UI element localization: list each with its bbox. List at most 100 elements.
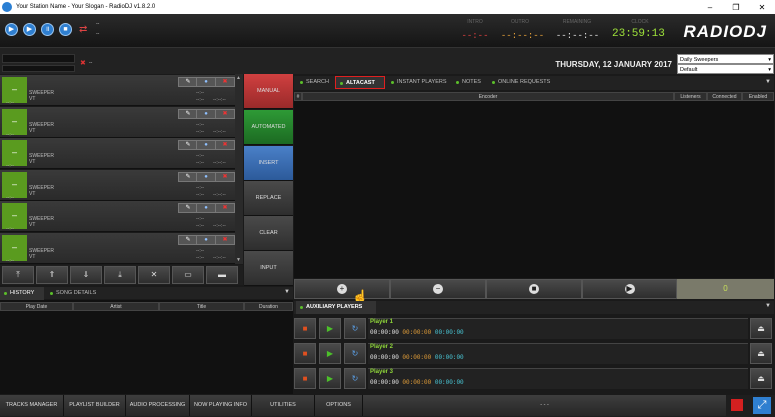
loop-icon[interactable]: ↻ bbox=[344, 318, 366, 339]
eject-icon[interactable]: ⏏ bbox=[750, 318, 772, 339]
maximize-button[interactable]: ❐ bbox=[723, 3, 749, 12]
tab-song-details[interactable]: SONG DETAILS bbox=[46, 287, 106, 300]
remove-icon[interactable]: ✖ bbox=[215, 234, 235, 245]
history-col-play-date[interactable]: Play Date bbox=[0, 302, 73, 311]
tab-search[interactable]: SEARCH bbox=[296, 76, 333, 89]
col-encoder[interactable]: Encoder bbox=[302, 92, 674, 101]
close-button[interactable]: ✕ bbox=[749, 3, 775, 12]
edit-icon[interactable]: ✎ bbox=[178, 77, 198, 87]
tracks-manager-button[interactable]: TRACKS MANAGER bbox=[0, 395, 64, 416]
aux-time-remaining: 00:00:00 bbox=[402, 354, 432, 361]
minimize-button[interactable]: – bbox=[697, 3, 723, 12]
col-number[interactable]: # bbox=[294, 92, 302, 101]
scroll-up-icon[interactable]: ▲ bbox=[236, 75, 241, 81]
playlist-item[interactable]: – ✎ ● ✖ SWEEPER VT --:-- --:-- --:-- --:--:-- bbox=[0, 75, 243, 106]
tab-online-requests[interactable]: ONLINE REQUESTS bbox=[488, 76, 558, 89]
options-button[interactable]: OPTIONS bbox=[315, 395, 363, 416]
tab-notes[interactable]: NOTES bbox=[452, 76, 486, 89]
folder-icon[interactable]: ▭ bbox=[172, 266, 204, 284]
outro-time: --:--:-- bbox=[500, 31, 545, 41]
eject-icon[interactable]: ⏏ bbox=[750, 343, 772, 364]
playlist-item[interactable]: – ✎ ● ✖ SWEEPER VT --:-- --:-- --:-- --:--:-- bbox=[0, 201, 243, 232]
history-col-title[interactable]: Title bbox=[159, 302, 244, 311]
stop-icon[interactable]: ■ bbox=[294, 368, 316, 389]
stop-icon[interactable]: ■ bbox=[294, 343, 316, 364]
mode-select[interactable]: ▾ Default bbox=[677, 64, 774, 74]
info-icon[interactable]: ● bbox=[196, 140, 216, 150]
col-connected[interactable]: Connected bbox=[707, 92, 742, 101]
now-playing-info-button[interactable]: NOW PLAYING INFO bbox=[190, 395, 252, 416]
record-icon[interactable] bbox=[731, 399, 743, 411]
stop-icon[interactable]: ■ bbox=[294, 318, 316, 339]
fullscreen-icon[interactable]: ⤢ bbox=[753, 397, 771, 414]
dropdown-icon[interactable]: ▼ bbox=[765, 303, 771, 309]
info-icon[interactable]: ● bbox=[196, 171, 216, 182]
play-icon[interactable]: ▶ bbox=[5, 23, 18, 36]
item-time-1: --:-- bbox=[6, 100, 15, 106]
scroll-down-icon[interactable]: ▼ bbox=[236, 257, 241, 263]
edit-icon[interactable]: ✎ bbox=[178, 203, 198, 213]
edit-icon[interactable]: ✎ bbox=[178, 140, 198, 150]
remove-icon[interactable]: ✖ bbox=[215, 77, 235, 87]
info-icon[interactable]: ● bbox=[196, 108, 216, 119]
play-icon[interactable]: ▶ bbox=[319, 368, 341, 389]
playlist-scrollbar[interactable]: ▲ ▼ bbox=[235, 74, 243, 264]
shuffle-icon[interactable]: ✕ bbox=[138, 266, 170, 284]
audio-processing-button[interactable]: AUDIO PROCESSING bbox=[126, 395, 190, 416]
history-col-artist[interactable]: Artist bbox=[73, 302, 159, 311]
tab-instant-players[interactable]: INSTANT PLAYERS bbox=[387, 76, 450, 89]
mode-input-button[interactable]: INPUT bbox=[244, 251, 293, 286]
col-enabled[interactable]: Enabled bbox=[742, 92, 774, 101]
eject-icon[interactable]: ⏏ bbox=[750, 368, 772, 389]
mode-clear-button[interactable]: CLEAR bbox=[244, 216, 293, 251]
loop-icon[interactable]: ↻ bbox=[344, 343, 366, 364]
play-icon[interactable]: ▶ bbox=[319, 343, 341, 364]
playlist-item[interactable]: – ✎ ● ✖ SWEEPER VT --:-- --:-- --:-- --:--:-- bbox=[0, 232, 243, 264]
remove-icon[interactable]: ✖ bbox=[215, 171, 235, 182]
remove-encoder-button[interactable]: − bbox=[390, 279, 486, 299]
dropdown-icon[interactable]: ▼ bbox=[765, 79, 771, 85]
playlist-builder-button[interactable]: PLAYLIST BUILDER bbox=[64, 395, 126, 416]
tab-altacast[interactable]: ALTACAST bbox=[335, 76, 385, 89]
item-artist: VT bbox=[29, 159, 36, 165]
remove-icon[interactable]: ✖ bbox=[215, 203, 235, 213]
move-top-icon[interactable]: ⤒ bbox=[2, 266, 34, 284]
item-time-4: --:--:-- bbox=[213, 254, 226, 261]
stop-icon[interactable]: ■ bbox=[59, 23, 72, 36]
edit-icon[interactable]: ✎ bbox=[178, 171, 198, 182]
history-col-duration[interactable]: Duration bbox=[244, 302, 293, 311]
play-next-icon[interactable]: ▶ bbox=[23, 23, 36, 36]
tab-history[interactable]: HISTORY bbox=[0, 287, 44, 300]
remaining-time: --:--:-- bbox=[555, 31, 600, 41]
info-icon[interactable]: ● bbox=[196, 203, 216, 213]
playlist-item[interactable]: – ✎ ● ✖ SWEEPER VT --:-- --:-- --:-- --:--:-- bbox=[0, 106, 243, 138]
move-up-icon[interactable]: ⇑ bbox=[36, 266, 68, 284]
info-icon[interactable]: ● bbox=[196, 77, 216, 87]
loop-icon[interactable]: ↻ bbox=[344, 368, 366, 389]
move-bottom-icon[interactable]: ⤓ bbox=[104, 266, 136, 284]
remove-icon[interactable]: ✖ bbox=[215, 140, 235, 150]
trash-icon[interactable]: ▬ bbox=[206, 266, 238, 284]
info-icon[interactable]: ● bbox=[196, 234, 216, 245]
aux-title: AUXILIARY PLAYERS bbox=[296, 301, 376, 314]
playlist-item[interactable]: – ✎ ● ✖ SWEEPER VT --:-- --:-- --:-- --:--:-- bbox=[0, 138, 243, 169]
shuffle-icon[interactable]: ⇄ bbox=[79, 23, 92, 36]
dropdown-icon[interactable]: ▼ bbox=[284, 289, 290, 295]
mode-insert-button[interactable]: INSERT bbox=[244, 146, 293, 181]
rotation-select[interactable]: ▾ Daily Sweepers bbox=[677, 54, 774, 64]
edit-icon[interactable]: ✎ bbox=[178, 108, 198, 119]
play-icon[interactable]: ▶ bbox=[319, 318, 341, 339]
move-down-icon[interactable]: ⇓ bbox=[70, 266, 102, 284]
mode-automated-button[interactable]: AUTOMATED bbox=[244, 110, 293, 145]
stop-encoder-button[interactable]: ■ bbox=[486, 279, 582, 299]
mode-replace-button[interactable]: REPLACE bbox=[244, 181, 293, 216]
remove-icon[interactable]: ✖ bbox=[215, 108, 235, 119]
start-encoder-button[interactable]: ▶ bbox=[582, 279, 677, 299]
utilities-button[interactable]: UTILITIES bbox=[252, 395, 315, 416]
mode-manual-button[interactable]: MANUAL bbox=[244, 74, 293, 109]
edit-icon[interactable]: ✎ bbox=[178, 234, 198, 245]
pause-icon[interactable]: ॥ bbox=[41, 23, 54, 36]
add-encoder-button[interactable]: + bbox=[294, 279, 390, 299]
playlist-item[interactable]: – ✎ ● ✖ SWEEPER VT --:-- --:-- --:-- --:--:-- bbox=[0, 169, 243, 201]
col-listeners[interactable]: Listeners bbox=[674, 92, 707, 101]
